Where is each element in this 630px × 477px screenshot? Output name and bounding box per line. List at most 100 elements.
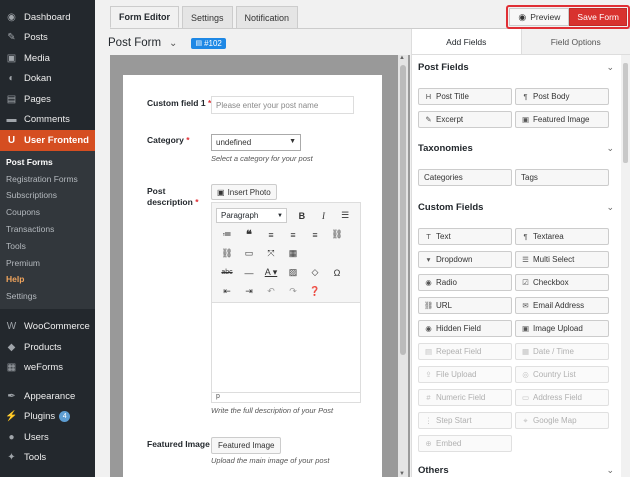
field-hidden-field[interactable]: ◉ Hidden Field [418, 320, 512, 337]
menu-item-pages[interactable]: ▤ Pages [0, 89, 95, 110]
chevron-down-icon[interactable]: ⌄ [606, 465, 614, 476]
submenu-item-coupons[interactable]: Coupons [0, 204, 95, 221]
redo-icon[interactable]: ↷ [282, 284, 304, 300]
italic-icon[interactable]: I [313, 208, 335, 224]
post-description-label[interactable]: Post description * [147, 186, 207, 208]
section-others[interactable]: Others [418, 465, 449, 476]
menu-item-comments[interactable]: ▬ Comments [0, 110, 95, 131]
editor-content-area[interactable] [212, 303, 360, 391]
save-form-button[interactable]: Save Form [569, 8, 627, 26]
scroll-up-icon[interactable]: ▲ [399, 55, 405, 61]
featured-image-button[interactable]: Featured Image [211, 437, 282, 454]
field-excerpt[interactable]: ✎ Excerpt [418, 111, 512, 128]
field-date-time[interactable]: ▦ Date / Time [515, 343, 609, 360]
submenu-item-help[interactable]: Help [0, 271, 95, 288]
menu-item-appearance[interactable]: ✒ Appearance [0, 386, 95, 407]
field-categories[interactable]: Categories [418, 169, 512, 186]
submenu-item-tools[interactable]: Tools [0, 237, 95, 254]
help-icon[interactable]: ❓ [304, 284, 326, 300]
menu-item-weforms[interactable]: ▦ weForms [0, 358, 95, 379]
field-textarea[interactable]: ¶ Textarea [515, 228, 609, 245]
clear-formatting-icon[interactable]: ◇ [304, 265, 326, 281]
category-label[interactable]: Category * [147, 135, 190, 145]
read-more-icon[interactable]: ▭ [238, 246, 260, 262]
paste-as-text-icon[interactable]: ▨ [282, 265, 304, 281]
menu-item-media[interactable]: ▣ Media [0, 48, 95, 69]
submenu-item-transactions[interactable]: Transactions [0, 221, 95, 238]
field-email-address[interactable]: ✉ Email Address [515, 297, 609, 314]
field-image-upload[interactable]: ▣ Image Upload [515, 320, 609, 337]
menu-item-tools[interactable]: ✦ Tools [0, 448, 95, 469]
field-text[interactable]: T Text [418, 228, 512, 245]
unlink-icon[interactable]: ⛓ [216, 246, 238, 262]
scroll-down-icon[interactable]: ▼ [399, 471, 405, 477]
section-post-fields[interactable]: Post Fields [418, 62, 469, 73]
field-checkbox[interactable]: ☑ Checkbox [515, 274, 609, 291]
featured-image-label[interactable]: Featured Image * [147, 439, 216, 449]
field-embed[interactable]: ⊕ Embed [418, 435, 512, 452]
canvas-scrollbar[interactable]: ▲ ▼ [398, 55, 408, 477]
canvas-scroll-thumb[interactable] [400, 65, 406, 355]
field-country-list[interactable]: ◎ Country List [515, 366, 609, 383]
field-post-body[interactable]: ¶ Post Body [515, 88, 609, 105]
form-title[interactable]: Post Form [108, 37, 161, 49]
section-custom-fields[interactable]: Custom Fields [418, 202, 483, 213]
toolbar-toggle-icon[interactable]: ▦ [282, 246, 304, 262]
special-character-icon[interactable]: Ω [326, 265, 348, 281]
field-radio[interactable]: ◉ Radio [418, 274, 512, 291]
field-file-upload[interactable]: ⇪ File Upload [418, 366, 512, 383]
indent-icon[interactable]: ⇥ [238, 284, 260, 300]
link-icon[interactable]: ⛓ [326, 227, 348, 243]
tab-add-fields[interactable]: Add Fields [412, 29, 521, 54]
strikethrough-icon[interactable]: abc [216, 265, 238, 281]
menu-item-users[interactable]: ● Users [0, 427, 95, 448]
field-step-start[interactable]: ⋮ Step Start [418, 412, 512, 429]
field-google-map[interactable]: ⌖ Google Map [515, 412, 609, 429]
paragraph-format-select[interactable]: Paragraph ▼ [216, 208, 287, 223]
preview-button[interactable]: ◉ Preview [509, 8, 570, 26]
field-dropdown[interactable]: ▾ Dropdown [418, 251, 512, 268]
tab-field-options[interactable]: Field Options [520, 29, 630, 54]
numbered-list-icon[interactable]: ≔ [216, 227, 238, 243]
submenu-item-settings[interactable]: Settings [0, 288, 95, 305]
fields-panel-scroll-thumb[interactable] [623, 63, 628, 163]
text-color-icon[interactable]: A ▾ [260, 265, 282, 281]
chevron-down-icon[interactable]: ⌄ [606, 143, 614, 154]
menu-item-dashboard[interactable]: ◉ Dashboard [0, 7, 95, 28]
tab-form-editor[interactable]: Form Editor [110, 6, 179, 28]
custom-field-input[interactable]: Please enter your post name [211, 96, 354, 114]
undo-icon[interactable]: ↶ [260, 284, 282, 300]
align-left-icon[interactable]: ≡ [260, 227, 282, 243]
bold-icon[interactable]: B [291, 208, 313, 224]
submenu-item-subscriptions[interactable]: Subscriptions [0, 187, 95, 204]
menu-item-plugins[interactable]: ⚡ Plugins 4 [0, 407, 95, 428]
outdent-icon[interactable]: ⇤ [216, 284, 238, 300]
menu-item-user-frontend[interactable]: U User Frontend [0, 130, 95, 151]
submenu-item-registration-forms[interactable]: Registration Forms [0, 170, 95, 187]
menu-item-woocommerce[interactable]: W WooCommerce [0, 317, 95, 338]
field-numeric-field[interactable]: # Numeric Field [418, 389, 512, 406]
field-url[interactable]: ⛓ URL [418, 297, 512, 314]
submenu-item-premium[interactable]: Premium [0, 254, 95, 271]
fullscreen-icon[interactable]: ⤧ [260, 246, 282, 262]
field-repeat-field[interactable]: ▤ Repeat Field [418, 343, 512, 360]
menu-item-products[interactable]: ◆ Products [0, 337, 95, 358]
submenu-item-post-forms[interactable]: Post Forms [0, 154, 95, 171]
tab-settings[interactable]: Settings [182, 6, 233, 28]
field-tags[interactable]: Tags [515, 169, 609, 186]
align-right-icon[interactable]: ≡ [304, 227, 326, 243]
menu-item-dokan[interactable]: ◐ Dokan [0, 69, 95, 90]
tab-notification[interactable]: Notification [235, 6, 299, 28]
blockquote-icon[interactable]: ❝ [238, 227, 260, 243]
field-featured-image[interactable]: ▣ Featured Image [515, 111, 609, 128]
custom-field-label[interactable]: Custom field 1 * [147, 98, 211, 108]
field-multi-select[interactable]: ☰ Multi Select [515, 251, 609, 268]
section-taxonomies[interactable]: Taxonomies [418, 143, 473, 154]
insert-photo-button[interactable]: ▣ Insert Photo [211, 184, 277, 200]
field-post-title[interactable]: H Post Title [418, 88, 512, 105]
fields-panel-scrollbar[interactable] [621, 55, 630, 477]
align-center-icon[interactable]: ≡ [282, 227, 304, 243]
chevron-down-icon[interactable]: ⌄ [169, 38, 177, 49]
horizontal-line-icon[interactable]: — [238, 265, 260, 281]
field-address-field[interactable]: ▭ Address Field [515, 389, 609, 406]
